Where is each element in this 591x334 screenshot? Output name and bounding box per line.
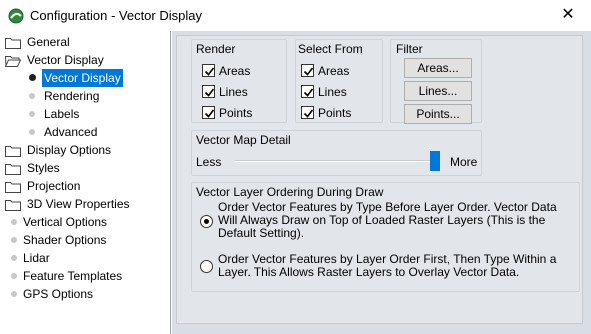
folder-icon [5, 36, 21, 49]
bullet-icon [29, 111, 35, 117]
filter-group: Filter Areas... Lines... Points... [390, 39, 482, 124]
layer-ordering-label: Vector Layer Ordering During Draw [196, 185, 384, 199]
category-tree[interactable]: General Vector Display Vector Display Re… [0, 31, 171, 334]
vector-display-settings: Render Areas Lines Points Select From Ar… [176, 35, 583, 324]
bullet-icon [11, 273, 17, 279]
tree-item-label: Vector Display [42, 69, 123, 87]
checkbox-icon [301, 106, 314, 119]
tree-item-label: Projection [27, 179, 81, 193]
checkbox-icon [202, 64, 215, 77]
select-from-group: Select From Areas Lines Points [295, 39, 383, 123]
checkbox-label: Areas [219, 64, 251, 78]
tree-item-label: Lidar [23, 251, 50, 265]
bullet-icon [11, 237, 17, 243]
radio-label: Order Vector Features by Layer Order Fir… [218, 252, 557, 279]
radio-unselected-icon [200, 260, 213, 273]
detail-slider-thumb[interactable] [430, 151, 440, 171]
checkbox-label: Points [219, 106, 253, 120]
detail-min-label: Less [196, 155, 222, 169]
bullet-icon [11, 255, 17, 261]
map-detail-group: Vector Map Detail Less More [191, 130, 482, 176]
window-title: Configuration - Vector Display [30, 8, 202, 23]
filter-group-label: Filter [396, 42, 423, 56]
order-by-layer-radio[interactable]: Order Vector Features by Layer Order Fir… [200, 253, 570, 281]
app-globe-icon [8, 8, 24, 24]
order-by-type-radio[interactable]: Order Vector Features by Type Before Lay… [200, 201, 570, 241]
folder-icon [5, 144, 21, 157]
radio-selected-icon [200, 215, 213, 228]
checkbox-label: Points [318, 106, 352, 120]
tree-item-label: Vertical Options [23, 215, 108, 229]
folder-icon [5, 162, 21, 175]
detail-slider-track[interactable] [235, 160, 440, 162]
bullet-icon [11, 291, 17, 297]
tree-item-label: Advanced [44, 125, 98, 139]
filter-points-button[interactable]: Points... [404, 104, 472, 124]
render-group-label: Render [196, 42, 236, 56]
radio-label: Order Vector Features by Type Before Lay… [218, 200, 557, 240]
configuration-window: Configuration - Vector Display ✕ General… [0, 0, 591, 334]
filter-areas-button[interactable]: Areas... [404, 58, 472, 78]
checkbox-label: Lines [318, 85, 347, 99]
map-detail-label: Vector Map Detail [196, 133, 291, 147]
tree-item-label: Vector Display [27, 53, 104, 67]
layer-ordering-group: Vector Layer Ordering During Draw Order … [191, 182, 580, 292]
close-icon[interactable]: ✕ [545, 0, 591, 31]
tree-item-label: Styles [27, 161, 60, 175]
checkbox-icon [301, 85, 314, 98]
tree-item-label: General [27, 35, 70, 49]
settings-panel: Render Areas Lines Points Select From Ar… [172, 31, 591, 334]
checkbox-icon [301, 64, 314, 77]
tree-item-label: Feature Templates [23, 269, 123, 283]
render-group: Render Areas Lines Points [191, 39, 287, 123]
checkbox-icon [202, 85, 215, 98]
folder-icon [5, 198, 21, 211]
tree-item-label: GPS Options [23, 287, 94, 301]
folder-icon [5, 180, 21, 193]
title-bar[interactable]: Configuration - Vector Display ✕ [0, 0, 591, 31]
bullet-icon [29, 74, 36, 81]
filter-lines-button[interactable]: Lines... [404, 81, 472, 101]
tree-item-label: Shader Options [23, 233, 107, 247]
checkbox-label: Lines [219, 85, 248, 99]
tree-item-label: Display Options [27, 143, 112, 157]
select-from-group-label: Select From [298, 42, 363, 56]
bullet-icon [29, 129, 35, 135]
bullet-icon [11, 219, 17, 225]
checkbox-label: Areas [318, 64, 350, 78]
folder-open-icon [4, 54, 22, 67]
tree-item-label: Labels [44, 107, 80, 121]
detail-max-label: More [450, 155, 478, 169]
tree-item-label: 3D View Properties [27, 197, 130, 211]
tree-item-label: Rendering [44, 89, 100, 103]
bullet-icon [29, 93, 35, 99]
checkbox-icon [202, 106, 215, 119]
